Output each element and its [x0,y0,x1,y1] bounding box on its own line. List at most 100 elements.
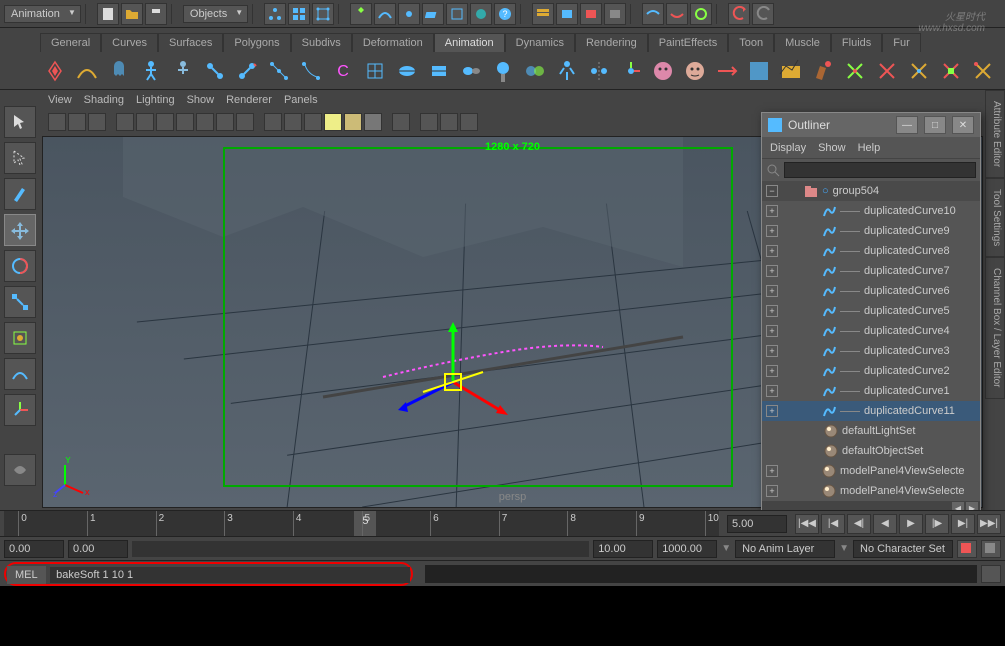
expand-icon[interactable]: + [766,305,778,317]
expand-icon[interactable]: + [766,365,778,377]
lasso-tool[interactable] [4,142,36,174]
outliner-item[interactable]: +duplicatedCurve7 [762,261,980,281]
vp-field-chart-icon[interactable] [196,113,214,131]
vp-film-gate-icon[interactable] [136,113,154,131]
rigid-bind-icon[interactable] [424,56,454,86]
last-tool[interactable] [4,454,36,486]
show-manip-tool[interactable] [4,394,36,426]
outliner-item[interactable]: +duplicatedCurve2 [762,361,980,381]
select-by-component-icon[interactable] [312,3,334,25]
expand-icon[interactable]: + [766,405,778,417]
vp-lights-icon[interactable] [324,113,342,131]
detach-skin-icon[interactable] [456,56,486,86]
head1-icon[interactable] [648,56,678,86]
workspace-dropdown[interactable]: Animation [4,5,81,23]
vp-bookmark-icon[interactable] [68,113,86,131]
head2-icon[interactable] [680,56,710,86]
command-input[interactable] [50,567,410,583]
current-frame-field[interactable] [727,515,787,533]
help-icon[interactable]: ? [494,3,516,25]
paint-select-tool[interactable] [4,178,36,210]
shelf-tab-muscle[interactable]: Muscle [774,33,831,52]
vp-expose-icon[interactable] [460,113,478,131]
vp-wireframe-icon[interactable] [264,113,282,131]
vp-image-plane-icon[interactable] [88,113,106,131]
expand-icon[interactable]: + [766,265,778,277]
shelf-tab-deformation[interactable]: Deformation [352,33,434,52]
orient-joint-icon[interactable] [616,56,646,86]
attribute-editor-tab[interactable]: Attribute Editor [985,90,1005,178]
expand-icon[interactable]: + [766,465,778,477]
snap-plane-icon[interactable] [422,3,444,25]
skeleton-icon[interactable] [136,56,166,86]
ipr-render-icon[interactable] [580,3,602,25]
expand-icon[interactable]: − [766,185,778,197]
step-forward-button[interactable]: ▶| [951,514,975,534]
set-key-icon[interactable] [40,56,70,86]
shelf-tab-curves[interactable]: Curves [101,33,158,52]
constraint-orient-icon[interactable] [904,56,934,86]
view-menu-shading[interactable]: Shading [84,94,124,106]
ik-handle-icon[interactable] [232,56,262,86]
close-button[interactable]: ✕ [952,116,974,134]
auto-key-button[interactable] [957,540,977,558]
create-pose-icon[interactable] [552,56,582,86]
script-lang-label[interactable]: MEL [7,566,46,584]
outliner-item[interactable]: +duplicatedCurve8 [762,241,980,261]
expand-icon[interactable]: + [766,225,778,237]
outliner-list[interactable]: −○group504+duplicatedCurve10+duplicatedC… [762,181,980,501]
outliner-item[interactable]: −○group504 [762,181,980,201]
shelf-tab-toon[interactable]: Toon [728,33,774,52]
rotate-tool[interactable] [4,250,36,282]
play-back-button[interactable]: ◀ [873,514,897,534]
constraint-parent-icon[interactable] [840,56,870,86]
render-icon[interactable] [556,3,578,25]
open-scene-icon[interactable] [121,3,143,25]
maximize-button[interactable]: □ [924,116,946,134]
outliner-titlebar[interactable]: Outliner — □ ✕ [762,113,980,137]
timeline-ruler[interactable]: 5 012345678910 [4,511,719,536]
shelf-tab-subdivs[interactable]: Subdivs [291,33,352,52]
constraint-aim-icon[interactable] [968,56,998,86]
move-tool[interactable] [4,214,36,246]
vp-textured-icon[interactable] [304,113,322,131]
select-tool[interactable] [4,106,36,138]
flow-path-icon[interactable] [712,56,742,86]
vp-camera-icon[interactable] [48,113,66,131]
new-scene-icon[interactable] [97,3,119,25]
vp-isolate-icon[interactable] [392,113,410,131]
vp-safe-action-icon[interactable] [216,113,234,131]
outliner-search-input[interactable] [784,162,976,178]
shelf-tab-animation[interactable]: Animation [434,33,505,52]
outliner-menu-help[interactable]: Help [858,142,881,154]
ik-spline-icon[interactable] [264,56,294,86]
tangent-icon[interactable] [72,56,102,86]
shelf-tab-surfaces[interactable]: Surfaces [158,33,223,52]
go-start-button[interactable]: |◀◀ [795,514,819,534]
view-menu-show[interactable]: Show [187,94,215,106]
outliner-item[interactable]: +modelPanel4ViewSelecte [762,461,980,481]
mirror-joint-icon[interactable] [584,56,614,86]
vp-safe-title-icon[interactable] [236,113,254,131]
constraint-point-icon[interactable] [872,56,902,86]
play-forward-button[interactable]: ▶ [899,514,923,534]
motion-path-icon[interactable] [744,56,774,86]
universal-manip-tool[interactable] [4,322,36,354]
vp-shadow-icon[interactable] [344,113,362,131]
outliner-item[interactable]: +duplicatedCurve5 [762,301,980,321]
key-forward-button[interactable]: |▶ [925,514,949,534]
outliner-item[interactable]: +duplicatedCurve11 [762,401,980,421]
snap-point-icon[interactable] [398,3,420,25]
shelf-tab-dynamics[interactable]: Dynamics [505,33,575,52]
expand-icon[interactable]: + [766,205,778,217]
range-start-field[interactable] [4,540,64,558]
move-manipulator[interactable] [383,312,523,452]
select-by-hierarchy-icon[interactable] [264,3,286,25]
expand-icon[interactable]: + [766,245,778,257]
vp-xray-icon[interactable] [420,113,438,131]
vp-gate-mask-icon[interactable] [176,113,194,131]
construction-history-on-icon[interactable] [728,3,750,25]
tool-settings-tab[interactable]: Tool Settings [985,178,1005,257]
history-icon[interactable] [532,3,554,25]
shelf-tab-painteffects[interactable]: PaintEffects [648,33,729,52]
